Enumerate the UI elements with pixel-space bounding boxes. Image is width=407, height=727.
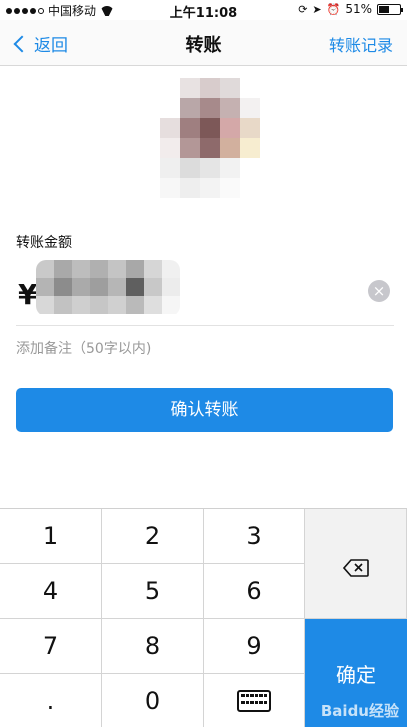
key-6[interactable]: 6 xyxy=(204,564,305,619)
amount-label: 转账金额 xyxy=(16,235,72,251)
status-right: ⟳ ➤ ⏰ 51% xyxy=(298,2,403,16)
keypad-confirm-key[interactable]: 确定 Baidu经验 xyxy=(305,619,407,727)
location-icon: ➤ xyxy=(312,2,322,16)
key-2[interactable]: 2 xyxy=(102,509,204,564)
key-7[interactable]: 7 xyxy=(0,619,102,674)
key-decimal[interactable]: . xyxy=(0,674,102,727)
keyboard-hide-icon xyxy=(237,689,271,712)
key-8[interactable]: 8 xyxy=(102,619,204,674)
key-3[interactable]: 3 xyxy=(204,509,305,564)
key-0[interactable]: 0 xyxy=(102,674,204,727)
numeric-keypad: 1 2 3 4 5 6 7 8 9 . 0 确定 Baidu经验 xyxy=(0,508,407,727)
key-5[interactable]: 5 xyxy=(102,564,204,619)
confirm-transfer-button[interactable]: 确认转账 xyxy=(16,388,393,432)
key-4[interactable]: 4 xyxy=(0,564,102,619)
transfer-history-link[interactable]: 转账记录 xyxy=(329,32,393,56)
alarm-icon: ⏰ xyxy=(326,2,341,16)
keypad-confirm-label: 确定 xyxy=(336,662,376,687)
backspace-icon xyxy=(342,555,369,577)
battery-percent: 51% xyxy=(345,2,372,16)
navigation-bar: 返回 转账 转账记录 xyxy=(0,20,407,66)
currency-symbol: ¥ xyxy=(18,278,38,311)
battery-icon xyxy=(377,3,403,15)
key-1[interactable]: 1 xyxy=(0,509,102,564)
hide-keyboard-key[interactable] xyxy=(204,674,305,727)
avatar xyxy=(160,78,260,200)
key-9[interactable]: 9 xyxy=(204,619,305,674)
rotation-lock-icon: ⟳ xyxy=(298,2,308,16)
status-bar: 中国移动 上午11:08 ⟳ ➤ ⏰ 51% xyxy=(0,0,407,21)
delete-key[interactable] xyxy=(305,509,407,619)
watermark: Baidu经验 xyxy=(320,702,399,720)
amount-input[interactable]: ¥ × xyxy=(16,258,394,326)
clear-amount-button[interactable]: × xyxy=(368,280,390,302)
amount-value-blurred xyxy=(36,260,180,316)
remark-input[interactable]: 添加备注（50字以内) xyxy=(16,338,151,358)
